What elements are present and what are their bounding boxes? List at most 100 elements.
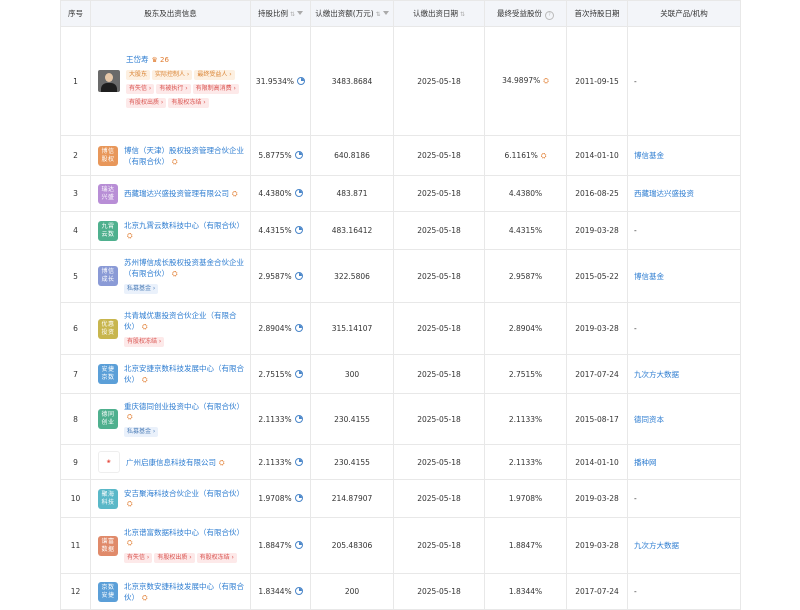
- pie-chart-icon[interactable]: [294, 457, 303, 466]
- cell-related: -: [627, 302, 741, 355]
- shareholder-name-link[interactable]: 广州启康信息科技有限公司: [126, 458, 216, 467]
- status-tag[interactable]: 有限制高消费 ›: [192, 83, 239, 94]
- cell-idx: 12: [60, 573, 91, 610]
- shareholder-name-link[interactable]: 王岱寿: [126, 55, 149, 64]
- equity-path-icon[interactable]: ⛭: [232, 190, 238, 198]
- status-tag[interactable]: 大股东: [126, 69, 151, 80]
- table-row[interactable]: 2 博信股权 博信（天津）股权投资管理合伙企业（有限合伙） ⛭ 5.8775% 640.8…: [60, 135, 741, 176]
- pie-chart-icon[interactable]: [294, 189, 303, 197]
- crown-icon[interactable]: ♛ 26: [152, 56, 169, 64]
- header-benefit: 最终受益股份?: [484, 0, 567, 27]
- status-tag[interactable]: 实际控制人 ›: [152, 69, 193, 80]
- table-row[interactable]: 8 德同创业 重庆德同创业投资中心（有限合伙）⛭ 私募基金 › 2.1133% 230.4…: [60, 393, 741, 445]
- cell-name: 安捷京数 北京安捷京数科技发展中心（有限合伙） ⛭: [90, 354, 251, 394]
- status-tag[interactable]: 有股权冻结 ›: [168, 97, 209, 108]
- pie-chart-icon[interactable]: [294, 369, 303, 378]
- shareholder-name-link[interactable]: 重庆德同创业投资中心（有限合伙）: [124, 402, 244, 411]
- cell-related: -: [627, 26, 741, 136]
- filter-icon[interactable]: [382, 11, 389, 15]
- equity-path-icon[interactable]: ⛭: [172, 270, 178, 278]
- cell-benefit: 4.4315%: [484, 211, 567, 250]
- shareholder-name-link[interactable]: 西藏瑞达兴盛投资管理有限公司: [124, 189, 229, 198]
- status-tag[interactable]: 有股权冻结 ›: [124, 336, 165, 347]
- equity-path-icon[interactable]: ⛭: [541, 152, 547, 160]
- table-row[interactable]: 4 九霄云数 北京九霄云数科技中心（有限合伙）⛭ 4.4315% 483.16412 20…: [60, 211, 741, 250]
- cell-related: -: [627, 211, 741, 250]
- tag-list: 私募基金 ›: [124, 281, 244, 295]
- table-row[interactable]: 6 优惠投资 共青城优惠投资合伙企业（有限合伙） ⛭ 有股权冻结 › 2.8904% 315…: [60, 302, 741, 355]
- cell-related[interactable]: 博信基金: [627, 249, 741, 303]
- cell-idx: 2: [60, 135, 91, 176]
- equity-path-icon[interactable]: ⛭: [142, 594, 148, 602]
- table-row[interactable]: 12 京数安捷 北京京数安捷科技发展中心（有限合伙） ⛭ 1.8344% 200 2025-…: [60, 573, 741, 610]
- table-row[interactable]: 10 聚海科技 安吉聚海科技合伙企业（有限合伙）⛭ 1.9708% 214.87907 2…: [60, 479, 741, 518]
- cell-related[interactable]: 播种网: [627, 444, 741, 480]
- equity-path-icon[interactable]: ⛭: [219, 459, 225, 467]
- equity-path-icon[interactable]: ⛭: [127, 413, 133, 421]
- pie-chart-icon[interactable]: [297, 76, 306, 85]
- shareholder-table: 序号 股东及出资信息 持股比例 ⇅ 认缴出资额(万元) ⇅ 认缴出资日期 ⇅ 最终受益…: [60, 0, 741, 610]
- equity-path-icon[interactable]: ⛭: [543, 77, 549, 85]
- header-amount[interactable]: 认缴出资额(万元) ⇅: [310, 0, 394, 27]
- cell-related[interactable]: 九次方大数据: [627, 354, 741, 394]
- avatar[interactable]: [98, 70, 120, 92]
- table-row[interactable]: 9 ❀ 广州启康信息科技有限公司 ⛭ 2.1133% 230.4155 2025-05-18…: [60, 444, 741, 480]
- cell-related[interactable]: 西藏瑞达兴盛投资: [627, 175, 741, 212]
- shareholder-name-link[interactable]: 苏州博信成长股权投资基金合伙企业（有限合伙）: [124, 258, 244, 278]
- sort-icon[interactable]: ⇅: [290, 11, 295, 18]
- pie-chart-icon[interactable]: [294, 271, 303, 280]
- help-icon[interactable]: ?: [545, 10, 554, 20]
- status-tag[interactable]: 有失信 ›: [126, 83, 155, 94]
- table-row[interactable]: 1 王岱寿 ♛ 26 大股东 实际控制人 › 最终受益人 › 有失信 › 有被执行 › 有限制高…: [60, 26, 741, 136]
- equity-path-icon[interactable]: ⛭: [142, 376, 148, 384]
- status-tag[interactable]: 有失信 ›: [124, 553, 153, 563]
- pie-chart-icon[interactable]: [294, 587, 303, 595]
- pie-chart-icon[interactable]: [294, 494, 303, 502]
- cell-name: 九霄云数 北京九霄云数科技中心（有限合伙） ⛭: [90, 211, 251, 250]
- status-tag[interactable]: 有股权冻结 ›: [196, 553, 237, 563]
- shareholder-name-link[interactable]: 安吉聚海科技合伙企业（有限合伙）: [124, 489, 244, 498]
- status-tag[interactable]: 私募基金 ›: [124, 284, 159, 294]
- shareholder-name-link[interactable]: 北京谱富数据科技中心（有限合伙）: [124, 528, 244, 537]
- table-row[interactable]: 7 安捷京数 北京安捷京数科技发展中心（有限合伙） ⛭ 2.7515% 300 2025-0…: [60, 354, 741, 394]
- cell-related[interactable]: 九次方大数据: [627, 517, 741, 574]
- table-row[interactable]: 3 瑞达兴盛 西藏瑞达兴盛投资管理有限公司 ⛭ 4.4380% 483.871 2025-0…: [60, 175, 741, 212]
- status-tag[interactable]: 最终受益人 ›: [194, 69, 235, 80]
- table-row[interactable]: 5 博信成长 苏州博信成长股权投资基金合伙企业（有限合伙） ⛭ 私募基金 › 2.9587…: [60, 249, 741, 303]
- cell-first-date: 2016-08-25: [566, 175, 628, 212]
- pie-chart-icon[interactable]: [294, 151, 303, 159]
- cell-benefit: 6.1161% ⛭: [484, 135, 567, 176]
- header-ratio[interactable]: 持股比例 ⇅: [250, 0, 311, 27]
- cell-date: 2025-05-18: [393, 175, 485, 212]
- equity-path-icon[interactable]: ⛭: [142, 323, 148, 331]
- cell-amount: 483.871: [310, 175, 394, 212]
- company-logo-icon: 博信股权: [98, 145, 118, 166]
- cell-name: 德同创业 重庆德同创业投资中心（有限合伙） ⛭ 私募基金 ›: [90, 393, 251, 445]
- cell-idx: 1: [60, 26, 91, 136]
- company-logo-icon: 聚海科技: [98, 488, 118, 509]
- equity-path-icon[interactable]: ⛭: [127, 500, 133, 508]
- pie-chart-icon[interactable]: [294, 541, 303, 549]
- pie-chart-icon[interactable]: [294, 414, 303, 423]
- equity-path-icon[interactable]: ⛭: [172, 158, 178, 166]
- status-tag[interactable]: 私募基金 ›: [124, 426, 159, 437]
- cell-related[interactable]: 德同资本: [627, 393, 741, 445]
- status-tag[interactable]: 有股权出质 ›: [154, 553, 195, 563]
- shareholder-name-link[interactable]: 博信（天津）股权投资管理合伙企业（有限合伙）: [124, 146, 244, 166]
- status-tag[interactable]: 有股权出质 ›: [126, 97, 167, 108]
- header-date[interactable]: 认缴出资日期 ⇅: [393, 0, 485, 27]
- equity-path-icon[interactable]: ⛭: [127, 232, 133, 240]
- shareholder-name-link[interactable]: 共青城优惠投资合伙企业（有限合伙）: [124, 311, 237, 331]
- cell-related[interactable]: 博信基金: [627, 135, 741, 176]
- sort-icon[interactable]: ⇅: [376, 11, 381, 18]
- filter-icon[interactable]: [297, 11, 304, 15]
- sort-icon[interactable]: ⇅: [460, 11, 465, 18]
- company-logo-icon: ❀: [98, 451, 120, 473]
- cell-amount: 322.5806: [310, 249, 394, 303]
- status-tag[interactable]: 有被执行 ›: [156, 83, 191, 94]
- pie-chart-icon[interactable]: [294, 226, 303, 234]
- pie-chart-icon[interactable]: [294, 324, 303, 332]
- table-row[interactable]: 11 谱富数据 北京谱富数据科技中心（有限合伙） ⛭ 有失信 › 有股权出质 › 有股权冻结…: [60, 517, 741, 574]
- shareholder-name-link[interactable]: 北京九霄云数科技中心（有限合伙）: [124, 221, 244, 230]
- equity-path-icon[interactable]: ⛭: [127, 539, 133, 547]
